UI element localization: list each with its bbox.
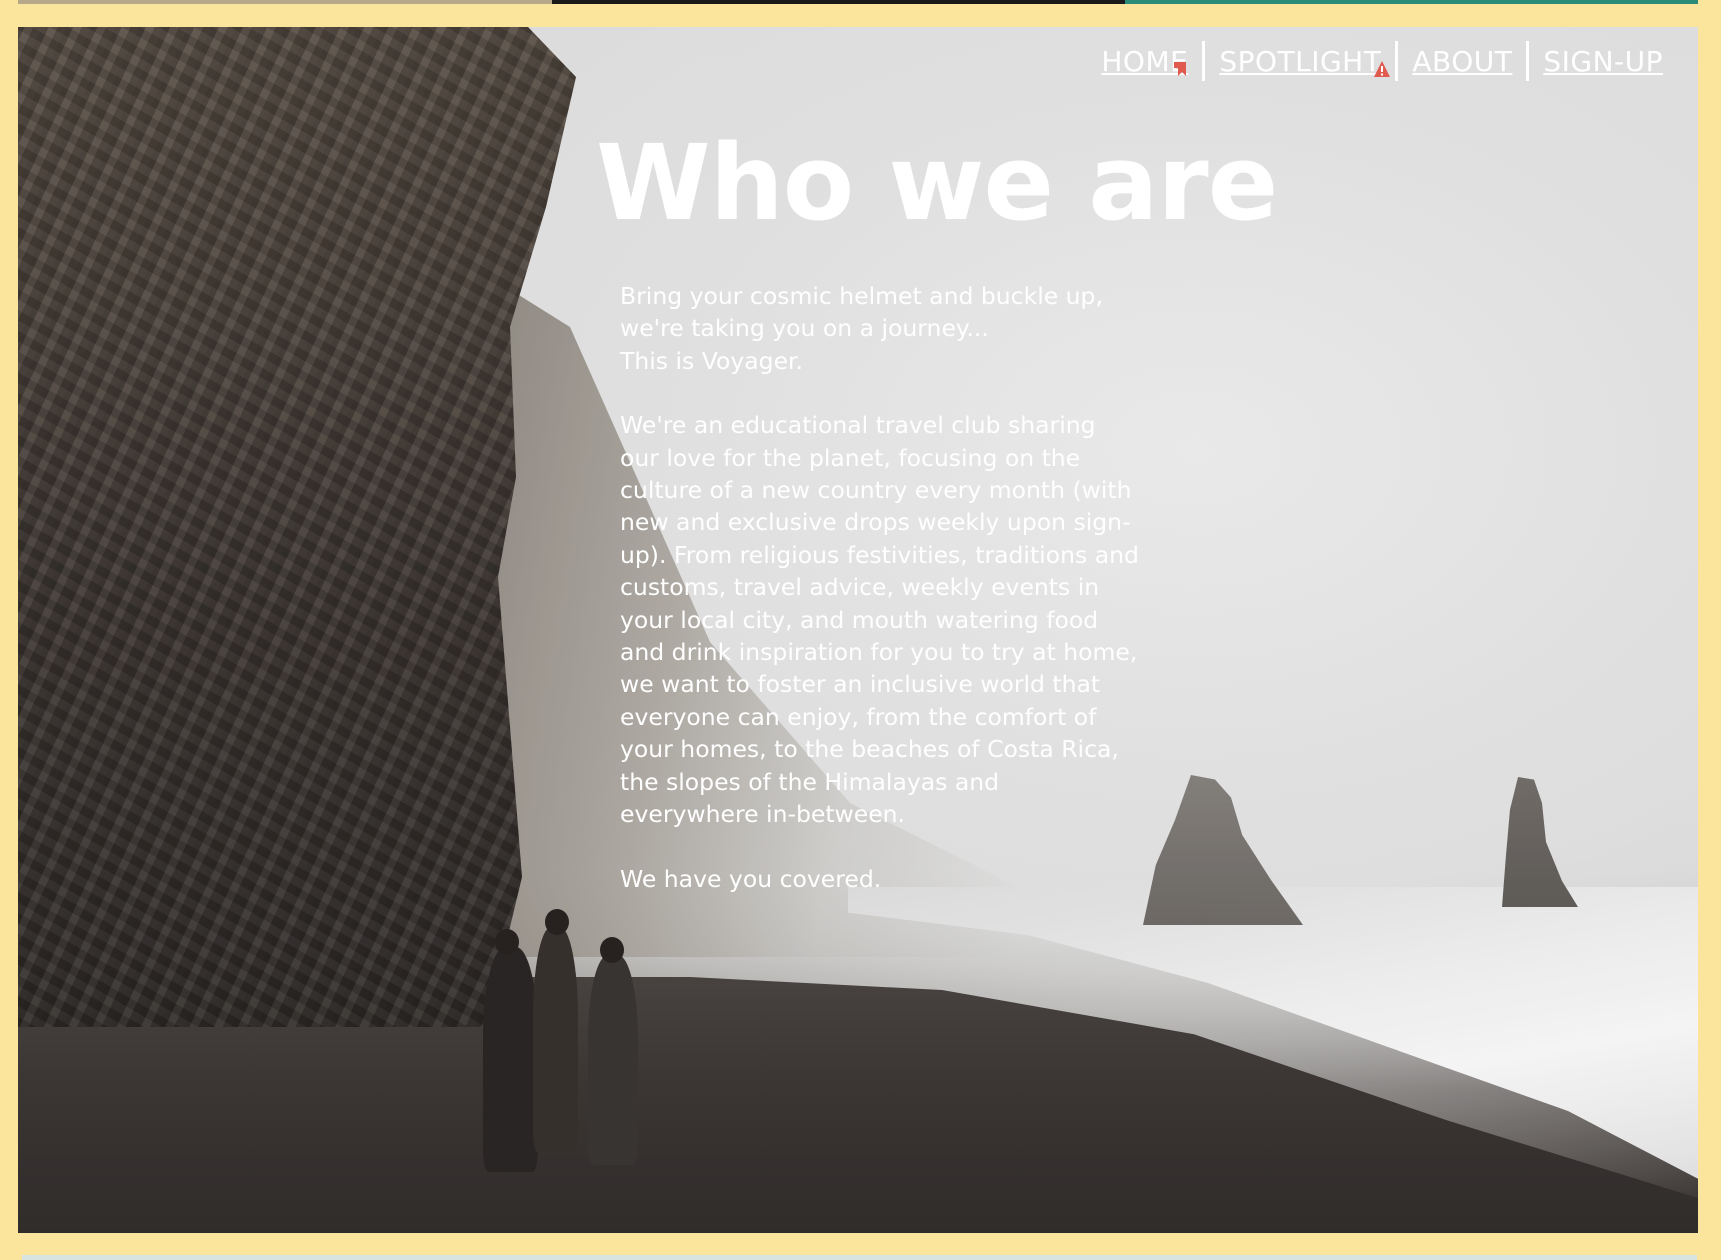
warning-icon [1374, 60, 1391, 77]
bookmark-flag-icon [1174, 61, 1187, 76]
strip-segment [1125, 0, 1698, 4]
nav-spotlight-label: SPOTLIGHT [1219, 44, 1382, 78]
nav-about-link[interactable]: ABOUT [1398, 45, 1526, 78]
intro-paragraph: Bring your cosmic helmet and buckle up, … [620, 280, 1140, 377]
top-strip [18, 0, 1698, 4]
description-paragraph: We're an educational travel club sharing… [620, 411, 1139, 829]
nav-signup-label: SIGN-UP [1543, 44, 1663, 78]
main-nav: HOME SPOTLIGHT ABOUT SIGN-UP [1087, 41, 1677, 81]
page-title: Who we are [596, 122, 1278, 244]
nav-signup-link[interactable]: SIGN-UP [1529, 45, 1677, 78]
closing-line: We have you covered. [620, 864, 882, 893]
strip-segment [18, 0, 552, 4]
intro-line: Bring your cosmic helmet and buckle up, [620, 282, 1103, 310]
hero-section: HOME SPOTLIGHT ABOUT SIGN-UP Who we are [18, 27, 1698, 1233]
nav-about-label: ABOUT [1412, 44, 1513, 78]
intro-line: This is Voyager. [620, 346, 804, 375]
about-text: Bring your cosmic helmet and buckle up, … [620, 280, 1140, 927]
intro-line: we're taking you on a journey... [620, 314, 989, 343]
strip-segment [552, 0, 1125, 4]
nav-spotlight-link[interactable]: SPOTLIGHT [1205, 45, 1395, 78]
bottom-strip [22, 1255, 1697, 1260]
nav-home-link[interactable]: HOME [1087, 45, 1202, 78]
